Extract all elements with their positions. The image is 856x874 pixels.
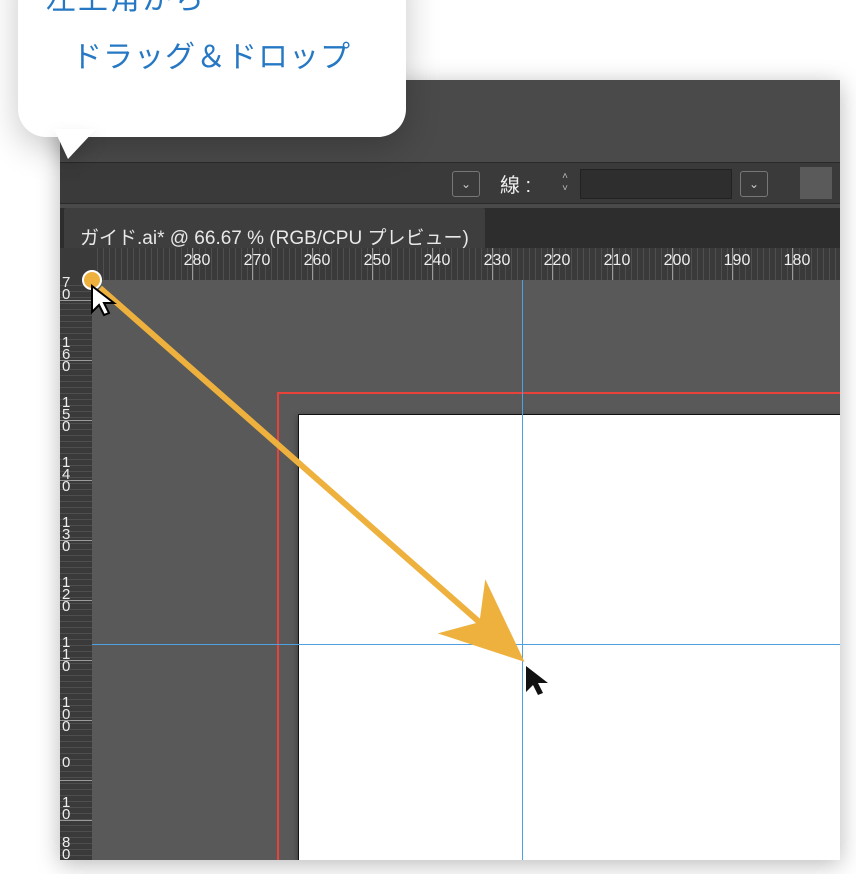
ruler-h-tick: 230 <box>492 248 496 280</box>
ruler-h-tick: 200 <box>672 248 676 280</box>
ruler-v-tick-label: 150 <box>62 397 70 433</box>
ruler-h-tick-label: 260 <box>297 252 337 270</box>
ruler-h-tick: 220 <box>552 248 556 280</box>
ruler-h-tick-label: 180 <box>777 252 817 270</box>
options-bar: ⌄ 線 : ˄ ˅ ⌄ <box>60 162 840 204</box>
stroke-label: 線 : <box>500 169 531 198</box>
ruler-h-tick-label: 270 <box>237 252 277 270</box>
ruler-h-tick-label: 280 <box>177 252 217 270</box>
ruler-h-tick: 260 <box>312 248 316 280</box>
ruler-h-tick-label: 250 <box>357 252 397 270</box>
ruler-h-tick: 190 <box>732 248 736 280</box>
ruler-v-tick: 100 <box>60 720 92 721</box>
ruler-v-tick-label: 70 <box>62 277 70 301</box>
cursor-icon <box>524 664 554 698</box>
ruler-v-tick-label: 120 <box>62 577 70 613</box>
ruler-v-tick: 10 <box>60 820 92 821</box>
ruler-v-tick: 110 <box>60 660 92 661</box>
ruler-h-tick: 280 <box>192 248 196 280</box>
chevron-up-icon[interactable]: ˄ <box>554 172 576 182</box>
ruler-v-tick-label: 160 <box>62 337 70 373</box>
ruler-v-tick: 160 <box>60 360 92 361</box>
ruler-v-tick: 150 <box>60 420 92 421</box>
ruler-vertical[interactable]: 7016015014013012011010001080 <box>60 280 93 860</box>
ruler-v-tick: 140 <box>60 480 92 481</box>
callout-line2: ドラッグ＆ドロップ <box>46 32 378 76</box>
stroke-weight-stepper[interactable]: ˄ ˅ <box>554 167 576 199</box>
ruler-h-tick-label: 190 <box>717 252 757 270</box>
ruler-h-tick: 180 <box>792 248 796 280</box>
ruler-v-tick: 0 <box>60 780 92 781</box>
dropdown-caret[interactable]: ⌄ <box>452 171 480 197</box>
ruler-v-tick: 70 <box>60 300 92 301</box>
callout-bubble: 左上角から ドラッグ＆ドロップ <box>18 0 406 137</box>
document-tabs: ガイド.ai* @ 66.67 % (RGB/CPU プレビュー) <box>60 208 840 248</box>
ruler-v-tick: 120 <box>60 600 92 601</box>
callout-line1: 左上角から <box>46 0 378 18</box>
options-overflow[interactable] <box>800 167 832 199</box>
ruler-v-tick-label: 10 <box>62 797 70 821</box>
ruler-h-tick: 210 <box>612 248 616 280</box>
ruler-h-tick-label: 170 <box>837 252 840 270</box>
artboard[interactable] <box>298 414 840 860</box>
ruler-v-tick: 130 <box>60 540 92 541</box>
ruler-v-tick-label: 100 <box>62 697 70 733</box>
canvas[interactable] <box>92 280 840 860</box>
ruler-v-tick-label: 0 <box>62 757 70 769</box>
cursor-icon <box>90 284 120 318</box>
chevron-down-icon[interactable]: ˅ <box>554 184 576 194</box>
ruler-v-tick-label: 80 <box>62 837 70 860</box>
ruler-h-tick-label: 200 <box>657 252 697 270</box>
ruler-v-tick-label: 110 <box>62 637 70 673</box>
stroke-profile-swatch[interactable] <box>580 169 732 199</box>
ruler-h-tick-label: 240 <box>417 252 457 270</box>
ruler-h-tick-label: 230 <box>477 252 517 270</box>
ruler-h-tick: 240 <box>432 248 436 280</box>
stroke-profile-dropdown[interactable]: ⌄ <box>740 171 768 197</box>
ruler-horizontal[interactable]: 280 270 260 250 240 230 220 210 200 190 180 170 <box>92 248 840 281</box>
ruler-h-tick-label: 210 <box>597 252 637 270</box>
document-tab-title: ガイド.ai* @ 66.67 % (RGB/CPU プレビュー) <box>80 223 469 250</box>
ruler-v-tick-label: 130 <box>62 517 70 553</box>
ruler-h-tick: 270 <box>252 248 256 280</box>
ruler-h-tick-label: 220 <box>537 252 577 270</box>
ruler-v-tick-label: 140 <box>62 457 70 493</box>
ruler-h-ticks: 280 270 260 250 240 230 220 210 200 190 180 170 <box>92 248 840 280</box>
callout-tail <box>54 129 96 159</box>
app-window: ⌄ 線 : ˄ ˅ ⌄ ガイド.ai* @ 66.67 % (RGB/CPU プ… <box>60 80 840 860</box>
ruler-h-tick: 250 <box>372 248 376 280</box>
